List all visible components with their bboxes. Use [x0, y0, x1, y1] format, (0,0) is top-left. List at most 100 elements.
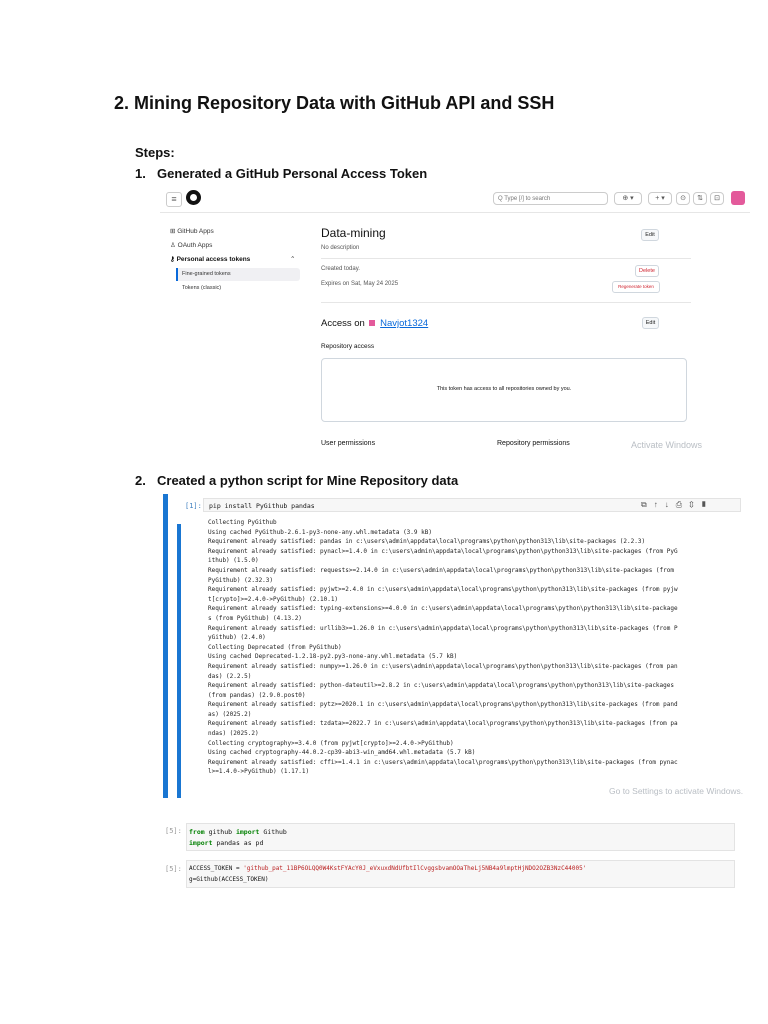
insert-icon[interactable]: ⎙ [676, 500, 689, 509]
sidebar-item-oauth-apps[interactable]: ♙ OAuth Apps [170, 241, 212, 249]
output-line: Collecting cryptography>=3.4.0 (from pyj… [208, 739, 454, 747]
sidebar-item-fine-grained-tokens[interactable]: Fine-grained tokens [182, 271, 231, 277]
step-2: 2. Created a python script for Mine Repos… [135, 473, 458, 488]
repository-access-label: Repository access [321, 343, 375, 350]
code-text: github [204, 828, 236, 836]
menu-icon[interactable]: ≡ [166, 192, 182, 207]
output-line: das) (2.2.5) [208, 672, 252, 680]
code-line-1[interactable]: from github import Github [189, 828, 287, 836]
output-line: Requirement already satisfied: urllib3>=… [208, 624, 678, 632]
github-header: ≡ Q Type [/] to search ⊕ ▾ + ▾ ⊙ ⇅ ⊡ [160, 186, 750, 213]
output-line: Using cached PyGithub-2.6.1-py3-none-any… [208, 528, 432, 536]
inbox-icon[interactable]: ⊡ [710, 192, 724, 205]
keyword: import [235, 828, 260, 836]
create-new-button[interactable]: + ▾ [648, 192, 672, 205]
code-text: Github [259, 828, 287, 836]
regenerate-token-button[interactable]: Regenerate token [612, 281, 660, 293]
output-line: Requirement already satisfied: pyjwt>=2.… [208, 586, 678, 594]
string-literal: 'github_pat_11BP6OLQQ0W4KstFYAcY0J_eVxux… [243, 865, 587, 872]
cell-prompt: [5]: [165, 865, 182, 873]
move-up-icon[interactable]: ↑ [654, 500, 665, 509]
step-1-text: Generated a GitHub Personal Access Token [157, 166, 428, 181]
output-line: yGithub) (2.4.0) [208, 634, 266, 642]
step-1-number: 1. [135, 166, 146, 181]
keyword: import [189, 839, 213, 847]
output-line: Requirement already satisfied: pandas in… [208, 538, 646, 546]
delete-token-button[interactable]: Delete [635, 265, 659, 277]
sidebar-item-github-apps[interactable]: ⊞ GitHub Apps [170, 227, 214, 235]
copy-icon[interactable]: ⧉ [641, 500, 654, 509]
delete-icon[interactable]: ▮ [701, 500, 714, 509]
token-expires: Expires on Sat, May 24 2025 [321, 281, 399, 287]
user-avatar-icon [369, 320, 376, 326]
output-line: l>=1.4.0->PyGithub) (1.17.1) [208, 768, 310, 776]
github-logo-icon[interactable] [186, 190, 201, 205]
code-line-1[interactable]: ACCESS_TOKEN = 'github_pat_11BP6OLQQ0W4K… [189, 865, 586, 872]
cell-selection-bar [163, 494, 168, 798]
activate-windows-watermark: Go to Settings to activate Windows. [609, 786, 744, 796]
repository-access-box: This token has access to all repositorie… [321, 358, 687, 422]
output-line: Using cached cryptography-44.0.2-cp39-ab… [208, 749, 476, 757]
output-line: Requirement already satisfied: pytz>=202… [208, 701, 678, 709]
output-line: Collecting PyGithub [208, 519, 277, 526]
cell-input-code[interactable]: pip install PyGithub pandas [209, 502, 315, 510]
access-prefix: Access on [321, 318, 365, 329]
user-permissions-label[interactable]: User permissions [321, 440, 375, 447]
page-heading: 2. Mining Repository Data with GitHub AP… [114, 93, 555, 113]
chevron-up-icon[interactable]: ⌃ [290, 255, 295, 263]
output-line: Requirement already satisfied: python-da… [208, 682, 674, 690]
repository-permissions-label[interactable]: Repository permissions [497, 440, 570, 447]
output-line: Requirement already satisfied: tzdata>=2… [208, 720, 678, 728]
split-icon[interactable]: ⇕ [689, 500, 701, 509]
output-line: s (from PyGithub) (4.13.2) [208, 614, 302, 622]
token-description: No description [321, 245, 360, 251]
notebook-cell-install[interactable]: [1]: pip install PyGithub pandas ⧉↑↓⎙⇕▮ … [163, 494, 747, 798]
edit-access-button[interactable]: Edit [642, 317, 659, 329]
code-text: ACCESS_TOKEN = [189, 865, 244, 872]
step-2-number: 2. [135, 473, 146, 488]
output-line: Using cached Deprecated-1.2.18-py2.py3-n… [208, 653, 458, 661]
output-line: Collecting Deprecated (from PyGithub) [208, 643, 342, 651]
output-line: Requirement already satisfied: pynacl>=1… [208, 547, 678, 555]
step-1: 1. Generated a GitHub Personal Access Tok… [135, 166, 427, 181]
output-collapse-bar[interactable] [177, 524, 181, 798]
move-down-icon[interactable]: ↓ [665, 500, 676, 509]
copilot-button[interactable]: ⊕ ▾ [614, 192, 642, 205]
output-line: (from pandas) (2.9.0.post0) [208, 691, 306, 699]
token-created: Created today. [321, 266, 360, 272]
notebook-cell-token[interactable]: ACCESS_TOKEN = 'github_pat_11BP6OLQQ0W4K… [186, 860, 735, 888]
step-2-text: Created a python script for Mine Reposit… [157, 473, 459, 488]
access-user-link[interactable]: Navjot1324 [380, 318, 428, 329]
token-name: Data-mining [321, 226, 386, 240]
steps-label: Steps: [135, 145, 175, 160]
notebook-cell-imports[interactable]: from github import Github import pandas … [186, 823, 735, 851]
github-token-screenshot: ≡ Q Type [/] to search ⊕ ▾ + ▾ ⊙ ⇅ ⊡ ⊞ G… [160, 186, 750, 454]
divider [321, 258, 691, 259]
cell-prompt: [5]: [165, 827, 182, 835]
issues-icon[interactable]: ⊙ [676, 192, 690, 205]
code-line-2[interactable]: import pandas as pd [189, 839, 263, 847]
cell-prompt: [1]: [185, 502, 202, 510]
sidebar-active-indicator [176, 268, 178, 281]
output-line: Requirement already satisfied: cffi>=1.4… [208, 758, 678, 766]
output-line: as) (2025.2) [208, 710, 252, 718]
access-heading: Access on Navjot1324 [321, 318, 428, 329]
pull-requests-icon[interactable]: ⇅ [693, 192, 707, 205]
cell-output: Collecting PyGithub Using cached PyGithu… [208, 518, 743, 777]
keyword: from [189, 828, 205, 836]
search-input[interactable]: Q Type [/] to search [493, 192, 608, 205]
code-line-2[interactable]: g=Github(ACCESS_TOKEN) [189, 876, 268, 883]
edit-token-button[interactable]: Edit [641, 229, 659, 241]
avatar[interactable] [731, 191, 745, 205]
output-line: Requirement already satisfied: numpy>=1.… [208, 662, 678, 670]
output-line: ndas) (2025.2) [208, 730, 259, 738]
sidebar-item-tokens-classic[interactable]: Tokens (classic) [182, 285, 221, 291]
activate-windows-watermark: Activate Windows [631, 440, 703, 450]
output-line: PyGithub) (2.32.3) [208, 576, 274, 584]
code-text: pandas as pd [212, 839, 264, 847]
output-line: Requirement already satisfied: typing-ex… [208, 605, 678, 613]
output-line: Requirement already satisfied: requests>… [208, 566, 674, 574]
sidebar-item-personal-access-tokens[interactable]: ⚷ Personal access tokens [170, 255, 250, 263]
cell-toolbar: ⧉↑↓⎙⇕▮ [641, 500, 714, 510]
output-line: ithub) (1.5.0) [208, 557, 259, 565]
